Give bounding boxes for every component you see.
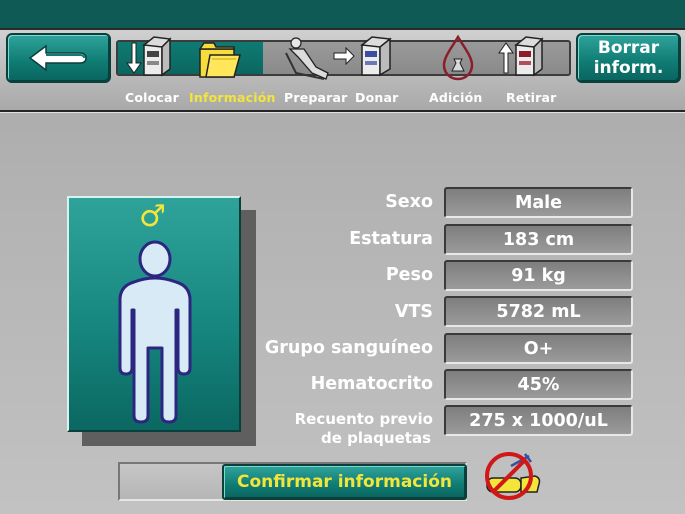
grupo-sanguineo-label: Grupo sanguíneo xyxy=(264,338,433,358)
informacion-folder-icon[interactable] xyxy=(194,33,244,83)
grupo-sanguineo-field[interactable]: O+ xyxy=(444,333,633,364)
back-arrow-icon xyxy=(28,44,87,72)
vts-field[interactable]: 5782 mL xyxy=(444,296,633,327)
sexo-label: Sexo xyxy=(385,192,433,212)
clear-info-label-line1: Borrar xyxy=(597,38,660,58)
step-label-informacion[interactable]: Información xyxy=(189,90,276,105)
recuento-label-line1: Recuento previo xyxy=(294,410,433,428)
colocar-step-icon[interactable] xyxy=(124,33,176,83)
recuento-label-line2: de plaquetas xyxy=(321,429,431,447)
hematocrito-label: Hematocrito xyxy=(310,374,433,394)
header-divider-highlight xyxy=(0,112,685,113)
peso-label: Peso xyxy=(385,265,433,285)
recuento-plaquetas-label: Recuento previo de plaquetas xyxy=(295,410,433,448)
donor-figure-panel: ♂ xyxy=(67,196,241,432)
vts-label: VTS xyxy=(394,302,433,322)
clear-info-button[interactable]: Borrar inform. xyxy=(576,33,681,83)
peso-field[interactable]: 91 kg xyxy=(444,260,633,291)
sexo-field[interactable]: Male xyxy=(444,187,633,218)
clear-info-label-line2: inform. xyxy=(593,58,664,78)
donar-machine-icon[interactable] xyxy=(356,33,396,83)
step-label-preparar[interactable]: Preparar xyxy=(284,90,348,105)
adicion-drop-icon[interactable] xyxy=(438,33,478,83)
step-label-colocar[interactable]: Colocar xyxy=(125,90,179,105)
estatura-label: Estatura xyxy=(349,229,433,249)
hematocrito-field[interactable]: 45% xyxy=(444,369,633,400)
step-label-donar[interactable]: Donar xyxy=(355,90,398,105)
recuento-plaquetas-field[interactable]: 275 x 1000/uL xyxy=(444,405,633,436)
back-button[interactable] xyxy=(6,33,111,83)
male-symbol-icon: ♂ xyxy=(139,199,166,234)
top-bar xyxy=(0,0,685,28)
donor-body-icon xyxy=(118,240,192,424)
step-label-adicion[interactable]: Adición xyxy=(429,90,483,105)
no-arm-warning-icon[interactable] xyxy=(481,448,543,504)
confirm-info-button[interactable]: Confirmar información xyxy=(222,464,467,500)
retirar-step-icon[interactable] xyxy=(494,33,546,83)
step-label-retirar[interactable]: Retirar xyxy=(506,90,557,105)
estatura-field[interactable]: 183 cm xyxy=(444,224,633,255)
